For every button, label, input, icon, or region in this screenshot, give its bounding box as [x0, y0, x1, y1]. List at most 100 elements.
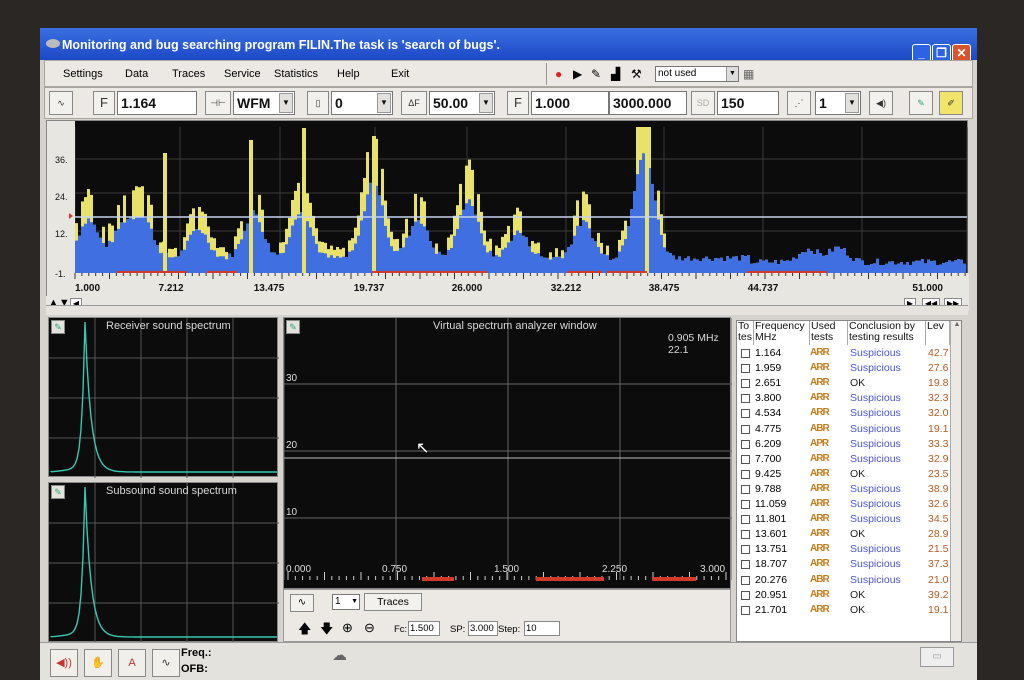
header-level[interactable]: Lev: [926, 321, 950, 345]
recorder-mode-select[interactable]: not used ▼: [655, 66, 739, 82]
row-checkbox[interactable]: [741, 424, 750, 434]
chart-icon[interactable]: ▟: [611, 67, 620, 81]
fc-input[interactable]: 1.500: [408, 621, 440, 636]
x-tick-label: 13.475: [254, 283, 285, 294]
arrow-up-icon[interactable]: 🡅: [298, 620, 311, 642]
table-row[interactable]: 1.959 ARR Suspicious 27.6: [737, 361, 961, 376]
stop-frequency-input[interactable]: 3000.000: [609, 91, 687, 115]
spectrum-bar-blue: [837, 246, 840, 273]
row-checkbox[interactable]: [741, 590, 750, 600]
row-checkbox[interactable]: [741, 409, 750, 419]
spectrum-bar-blue: [444, 255, 447, 273]
header-frequency[interactable]: Frequency MHz: [754, 321, 810, 345]
scroll-up-icon[interactable]: ▲: [951, 321, 961, 328]
bandwidth-select[interactable]: 50.00 ▼: [429, 91, 495, 115]
brush-icon[interactable]: ✐: [939, 91, 963, 115]
gain-select[interactable]: 0 ▼: [331, 91, 393, 115]
table-row[interactable]: 20.276 ABR Suspicious 21.0: [737, 573, 961, 588]
waveform-icon[interactable]: ∿: [290, 594, 314, 612]
spectrum-bar-blue: [732, 256, 735, 273]
row-checkbox[interactable]: [741, 484, 750, 494]
step-field[interactable]: 10: [524, 621, 560, 636]
count-select[interactable]: 1 ▼: [815, 91, 861, 115]
table-row[interactable]: 21.701 ARR OK 19.1: [737, 603, 961, 618]
pin-icon[interactable]: ✎: [909, 91, 933, 115]
row-used-tests: ARR: [810, 498, 830, 509]
zoom-out-icon[interactable]: ⊖: [364, 620, 375, 636]
menu-help[interactable]: Help: [337, 68, 360, 80]
menu-exit[interactable]: Exit: [391, 68, 409, 80]
row-checkbox[interactable]: [741, 530, 750, 540]
table-row[interactable]: 11.801 ARR Suspicious 34.5: [737, 512, 961, 527]
sp-input[interactable]: 3.000: [468, 621, 498, 636]
header-test[interactable]: To tes: [737, 321, 754, 345]
row-checkbox[interactable]: [741, 469, 750, 479]
start-frequency-input[interactable]: 1.000: [531, 91, 609, 115]
table-row[interactable]: 6.209 APR Suspicious 33.3: [737, 437, 961, 452]
table-row[interactable]: 9.788 ARR Suspicious 38.9: [737, 482, 961, 497]
pin-icon[interactable]: ✎: [51, 485, 65, 499]
table-row[interactable]: 18.707 ARR Suspicious 37.3: [737, 557, 961, 572]
menu-data[interactable]: Data: [125, 68, 148, 80]
zoom-in-icon[interactable]: ⊕: [342, 620, 353, 636]
row-checkbox[interactable]: [741, 605, 750, 615]
table-row[interactable]: 2.651 ARR OK 19.8: [737, 376, 961, 391]
letter-test-button[interactable]: A: [118, 649, 146, 677]
arrow-down-icon[interactable]: 🡇: [320, 620, 333, 642]
pen-icon[interactable]: ✎: [591, 67, 601, 81]
header-conclusion[interactable]: Conclusion by testing results: [848, 321, 926, 345]
table-row[interactable]: 1.164 ARR Suspicious 42.7: [737, 346, 961, 361]
row-level: 39.2: [928, 588, 949, 601]
row-checkbox[interactable]: [741, 394, 750, 404]
table-row[interactable]: 4.775 ABR Suspicious 19.1: [737, 422, 961, 437]
record-icon[interactable]: ●: [555, 67, 562, 81]
grid-icon[interactable]: ▦: [743, 67, 754, 81]
table-row[interactable]: 4.534 ARR Suspicious 32.0: [737, 406, 961, 421]
frequency-input[interactable]: 1.164: [117, 91, 197, 115]
speaker-icon[interactable]: ◀): [869, 91, 893, 115]
spectrum-bar-blue: [534, 253, 537, 273]
row-checkbox[interactable]: [741, 515, 750, 525]
row-checkbox[interactable]: [741, 500, 750, 509]
table-row[interactable]: 13.751 ARR Suspicious 21.5: [737, 542, 961, 557]
waveform-icon[interactable]: ∿: [49, 91, 73, 115]
analyzer-count-select[interactable]: 1 ▼: [332, 594, 360, 610]
row-checkbox[interactable]: [741, 545, 750, 555]
hand-test-button[interactable]: ✋: [84, 649, 112, 677]
menu-settings[interactable]: Settings: [63, 68, 103, 80]
row-checkbox[interactable]: [741, 575, 750, 585]
row-checkbox[interactable]: [741, 364, 750, 374]
fc-label: Fc:: [394, 624, 408, 635]
table-row[interactable]: 11.059 ARR Suspicious 32.6: [737, 497, 961, 512]
demod-select[interactable]: WFM ▼: [233, 91, 295, 115]
spectrum-spike: [249, 140, 253, 273]
pin-icon[interactable]: ✎: [51, 320, 65, 334]
table-row[interactable]: 20.951 ARR OK 39.2: [737, 588, 961, 603]
menu-statistics[interactable]: Statistics: [274, 68, 318, 80]
table-row[interactable]: 13.601 ARR OK 28.9: [737, 527, 961, 542]
row-checkbox[interactable]: [741, 379, 750, 389]
tools-icon[interactable]: ⚒: [631, 67, 642, 81]
table-row[interactable]: 7.700 ARR Suspicious 32.9: [737, 452, 961, 467]
waveform-test-button[interactable]: ∿: [152, 649, 180, 677]
row-checkbox[interactable]: [741, 560, 750, 570]
table-row[interactable]: 3.800 ARR Suspicious 32.3: [737, 391, 961, 406]
row-conclusion: Suspicious: [850, 347, 901, 359]
spectrum-bar-blue: [456, 228, 459, 273]
row-frequency: 20.951: [755, 588, 788, 601]
step-input[interactable]: 150: [717, 91, 779, 115]
panel-icon[interactable]: ▭: [920, 647, 954, 667]
traces-button[interactable]: Traces: [364, 593, 422, 611]
menu-service[interactable]: Service: [224, 68, 261, 80]
play-icon[interactable]: ▶: [573, 67, 582, 81]
menu-traces[interactable]: Traces: [172, 68, 205, 80]
row-checkbox[interactable]: [741, 454, 750, 464]
pin-icon[interactable]: ✎: [286, 320, 300, 334]
sound-test-button[interactable]: ◀)): [50, 649, 78, 677]
row-checkbox[interactable]: [741, 349, 750, 358]
spectrum-bar-blue: [357, 235, 360, 273]
row-checkbox[interactable]: [741, 439, 750, 449]
header-used-tests[interactable]: Used tests: [810, 321, 848, 345]
spectrum-bar-blue: [402, 247, 405, 273]
table-row[interactable]: 9.425 ARR OK 23.5: [737, 467, 961, 482]
